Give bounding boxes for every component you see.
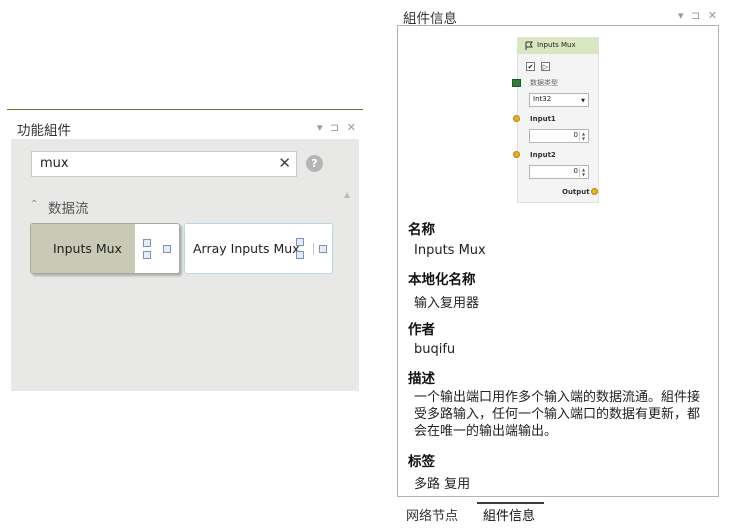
array-icon [319, 245, 327, 253]
node-title: Inputs Mux [537, 41, 576, 49]
chevron-up-icon[interactable]: ⌃ [30, 199, 38, 210]
input1-label: Input1 [530, 115, 556, 123]
spinner-icon: ▲ ▼ [579, 131, 587, 141]
separator [313, 243, 314, 255]
datatype-value: Int32 [533, 95, 552, 103]
scroll-up-icon[interactable]: ▲ [344, 190, 350, 199]
component-card-array-inputs-mux[interactable]: Array Inputs Mux [184, 223, 333, 274]
tab-network-nodes[interactable]: 网络节点 [406, 505, 458, 524]
active-tab-indicator [477, 502, 544, 504]
panel-header-icons[interactable]: ▾ ⊐ ✕ [317, 121, 358, 134]
input1-value: 0 [573, 131, 578, 139]
input2-label: Input2 [530, 151, 556, 159]
input2-value: 0 [573, 167, 578, 175]
group-label-dataflow[interactable]: 数据流 [48, 197, 89, 217]
node-header: Inputs Mux [518, 38, 598, 54]
image-icon [163, 245, 171, 253]
input-pin-icon [513, 151, 520, 158]
tags-value: 多路 复用 [414, 477, 471, 492]
panel-divider [7, 109, 363, 110]
tab-component-info[interactable]: 組件信息 [483, 505, 535, 524]
spinner-icon: ▲ ▼ [579, 167, 587, 177]
panel-title-component-info: 組件信息 [403, 11, 457, 27]
array-icon [296, 238, 304, 246]
tags-label: 标签 [408, 454, 435, 470]
checkbox: ✔ [526, 62, 535, 71]
card-label: Array Inputs Mux [193, 241, 300, 256]
search-input[interactable]: mux ✕ [31, 151, 297, 177]
chevron-down-icon: ▼ [581, 98, 585, 104]
output-pin-icon [591, 188, 598, 195]
node-preview: Inputs Mux ✔ ▷ 数据类型 Int32 ▼ Input1 0 ▲ ▼ … [512, 37, 599, 203]
search-value: mux [40, 156, 69, 171]
input-pin-icon [513, 115, 520, 122]
input1-field: 0 ▲ ▼ [529, 129, 589, 143]
clear-icon[interactable]: ✕ [278, 154, 291, 172]
datatype-label: 数据类型 [530, 79, 558, 87]
card-label: Inputs Mux [53, 241, 122, 256]
image-icon [143, 251, 151, 259]
panel-header-icons[interactable]: ▾ ⊐ ✕ [678, 9, 719, 22]
name-value: Inputs Mux [414, 243, 486, 258]
flag-icon [525, 41, 533, 50]
play-icon: ▷ [541, 62, 550, 71]
name-label: 名称 [408, 222, 435, 238]
array-icon [296, 251, 304, 259]
author-label: 作者 [408, 322, 435, 338]
type-pin-icon [512, 79, 521, 87]
output-label: Output [562, 188, 590, 196]
image-icon [143, 239, 151, 247]
input2-field: 0 ▲ ▼ [529, 165, 589, 179]
description-label: 描述 [408, 371, 435, 387]
localized-name-label: 本地化名称 [408, 272, 476, 288]
help-icon[interactable]: ? [306, 155, 323, 172]
datatype-select: Int32 ▼ [529, 93, 589, 107]
panel-title-components: 功能組件 [17, 123, 71, 139]
author-value: buqifu [414, 342, 456, 357]
description-value: 一个输出端口用作多个输入端的数据流通。組件接受多路输入，任何一个输入端口的数据有… [414, 390, 701, 439]
component-card-inputs-mux[interactable]: Inputs Mux [30, 223, 180, 274]
localized-name-value: 输入复用器 [414, 296, 480, 311]
